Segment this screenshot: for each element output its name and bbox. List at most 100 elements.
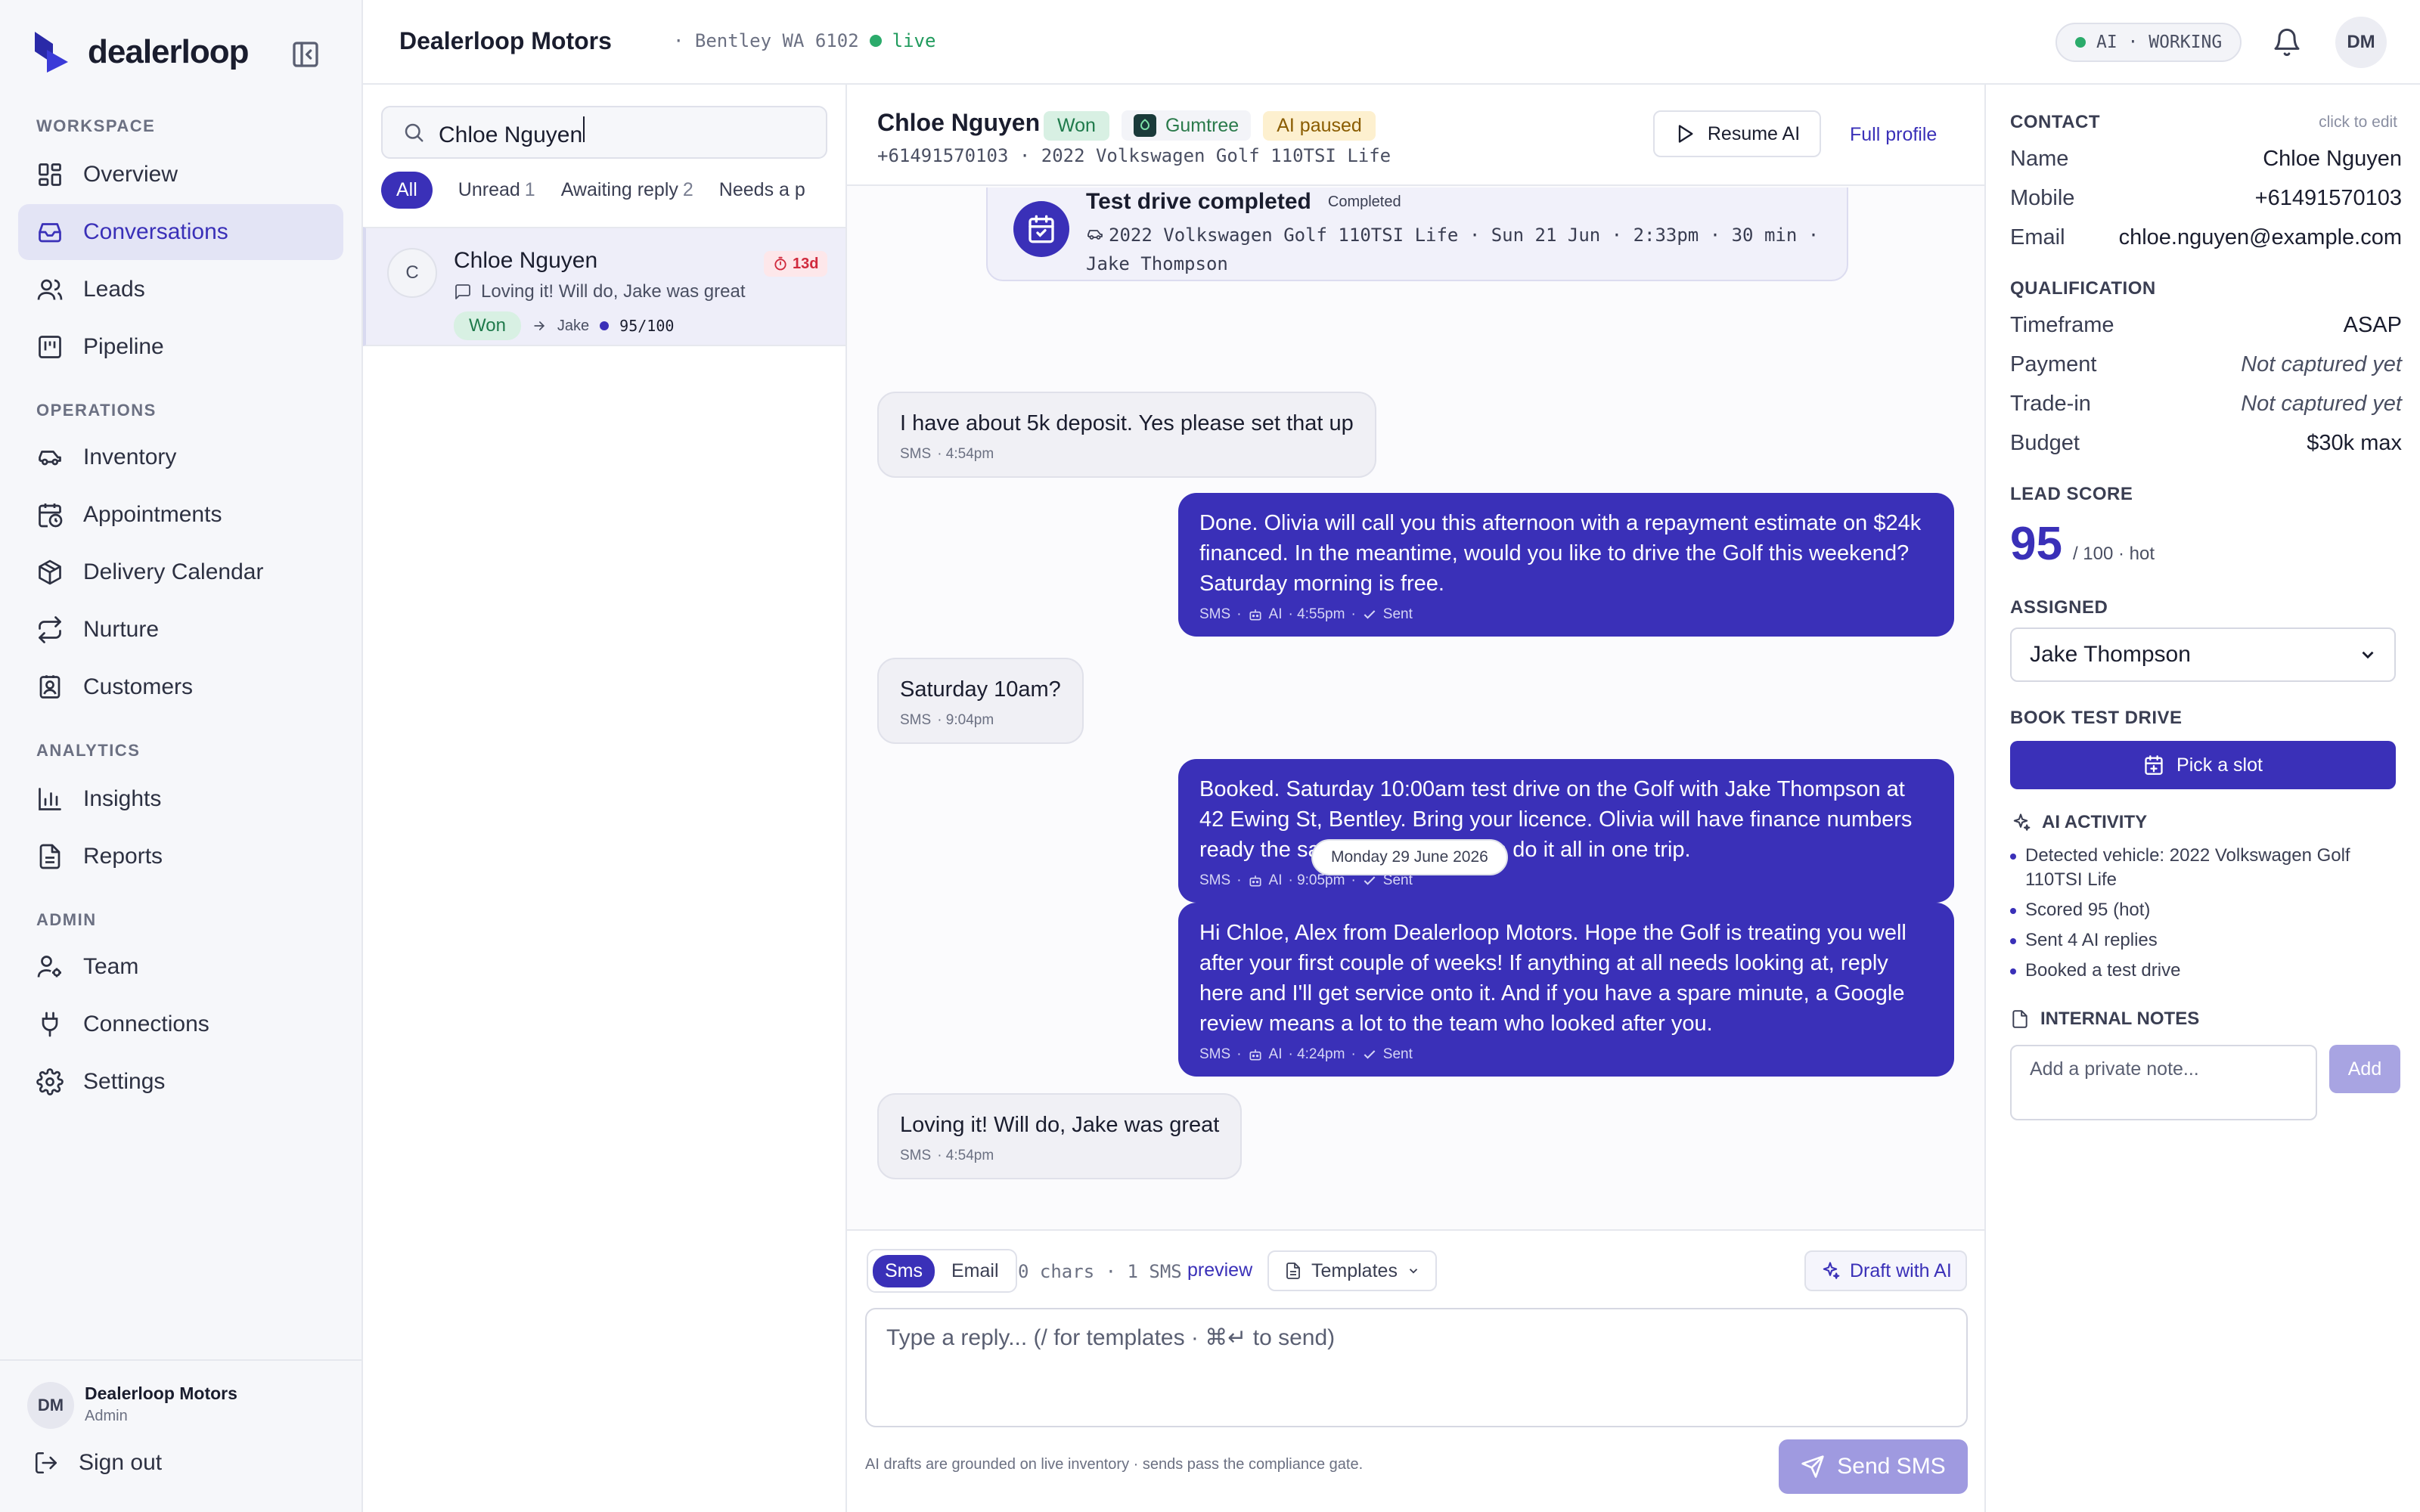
- age-badge: 13d: [764, 251, 828, 277]
- sidebar-item-delivery-calendar[interactable]: Delivery Calendar: [18, 544, 343, 600]
- list-item[interactable]: C Chloe Nguyen 13d Loving it! Will do, J…: [363, 227, 845, 346]
- templates-label: Templates: [1311, 1259, 1398, 1281]
- bell-icon[interactable]: [2272, 27, 2302, 57]
- logo[interactable]: dealerloop: [33, 30, 249, 74]
- sign-out-label: Sign out: [79, 1450, 163, 1475]
- ai-activity-title: AI ACTIVITY: [2042, 812, 2148, 832]
- file-text-icon: [1286, 1263, 1300, 1279]
- message-bubble-outbound: Done. Olivia will call you this afternoo…: [1178, 493, 1954, 637]
- char-counter: 0 chars · 1 SMS: [1018, 1261, 1182, 1282]
- live-dot-icon: [869, 35, 882, 47]
- tab-sms[interactable]: Sms: [873, 1254, 935, 1287]
- send-sms-button[interactable]: Send SMS: [1779, 1439, 1968, 1494]
- user-avatar[interactable]: DM: [2335, 17, 2387, 68]
- lead-score-value: 95: [2010, 518, 2062, 570]
- sign-out-button[interactable]: Sign out: [33, 1450, 162, 1476]
- sidebar-item-appointments[interactable]: Appointments: [18, 487, 343, 543]
- search-input[interactable]: Chloe Nguyen: [381, 106, 827, 159]
- payment-row[interactable]: Payment Not captured yet: [2010, 352, 2402, 377]
- sparkles-icon: [1823, 1262, 1840, 1279]
- sidebar-item-label: Settings: [83, 1069, 166, 1094]
- ai-status-chip[interactable]: AI · WORKING: [2055, 23, 2242, 62]
- message-channel: SMS: [1199, 1046, 1231, 1062]
- sparkles-icon: [2013, 813, 2031, 831]
- sidebar: dealerloop WORKSPACE Overview Conversati…: [0, 0, 363, 1512]
- contact-email-row[interactable]: Email chloe.nguyen@example.com: [2010, 225, 2402, 250]
- repeat-icon: [39, 616, 61, 643]
- assignee-select[interactable]: Jake Thompson: [2010, 627, 2396, 682]
- account-role: Admin: [85, 1408, 128, 1424]
- add-note-button[interactable]: Add: [2329, 1045, 2400, 1093]
- contact-name-row[interactable]: Name Chloe Nguyen: [2010, 147, 2402, 172]
- ai-status-label: AI · WORKING: [2096, 33, 2223, 52]
- filter-unread[interactable]: Unread 1: [458, 179, 535, 201]
- sidebar-item-connections[interactable]: Connections: [18, 996, 343, 1052]
- message-channel: SMS: [900, 712, 932, 728]
- contact-heading: CONTACT: [2010, 112, 2101, 132]
- collapse-sidebar-icon[interactable]: [290, 39, 321, 70]
- filter-all[interactable]: All: [381, 171, 433, 209]
- qualification-heading: QUALIFICATION: [2010, 278, 2156, 299]
- gear-icon: [36, 1068, 64, 1095]
- thread-badges: Won Gumtree AI paused: [1044, 110, 1376, 141]
- sidebar-item-customers[interactable]: Customers: [18, 659, 343, 715]
- event-detail-text: 2022 Volkswagen Golf 110TSI Life · Sun 2…: [1086, 225, 1820, 274]
- field-label: Name: [2010, 147, 2069, 171]
- sidebar-item-label: Appointments: [83, 502, 222, 527]
- private-note-input[interactable]: Add a private note...: [2010, 1045, 2317, 1120]
- app: dealerloop WORKSPACE Overview Conversati…: [0, 0, 2420, 1512]
- field-value: Chloe Nguyen: [2263, 147, 2402, 171]
- dealer-location: · Bentley WA 6102 live: [673, 30, 935, 51]
- assignee: Jake: [557, 317, 590, 334]
- sidebar-item-leads[interactable]: Leads: [18, 262, 343, 318]
- sidebar-item-pipeline[interactable]: Pipeline: [18, 319, 343, 375]
- field-value: chloe.nguyen@example.com: [2118, 225, 2402, 249]
- contact-panel: CONTACT click to edit Name Chloe Nguyen …: [1984, 85, 2420, 1512]
- send-label: Send SMS: [1837, 1454, 1946, 1479]
- field-label: Mobile: [2010, 186, 2075, 210]
- sidebar-item-settings[interactable]: Settings: [18, 1054, 343, 1110]
- delivery-status: Sent: [1382, 1046, 1413, 1062]
- trade-in-row[interactable]: Trade-in Not captured yet: [2010, 392, 2402, 417]
- sidebar-item-inventory[interactable]: Inventory: [18, 429, 343, 485]
- note-icon: [2012, 1010, 2028, 1028]
- thread-contact-name: Chloe Nguyen: [877, 109, 1041, 136]
- sidebar-item-reports[interactable]: Reports: [18, 829, 343, 885]
- edit-hint[interactable]: click to edit: [2319, 113, 2397, 132]
- field-value: +61491570103: [2254, 186, 2402, 210]
- internal-notes-title: INTERNAL NOTES: [2040, 1009, 2200, 1029]
- contact-mobile-row[interactable]: Mobile +61491570103: [2010, 186, 2402, 211]
- resume-ai-button[interactable]: Resume AI: [1653, 110, 1821, 157]
- filter-awaiting-reply[interactable]: Awaiting reply 2: [561, 179, 693, 201]
- sidebar-item-overview[interactable]: Overview: [18, 147, 343, 203]
- sidebar-item-team[interactable]: Team: [18, 939, 343, 995]
- plug-icon: [42, 1012, 58, 1037]
- text-caret: [583, 116, 585, 142]
- full-profile-link[interactable]: Full profile: [1850, 124, 1937, 146]
- draft-with-ai-button[interactable]: Draft with AI: [1804, 1250, 1967, 1291]
- channel-switch: Sms Email: [867, 1249, 1017, 1293]
- preview-link[interactable]: preview: [1187, 1259, 1252, 1281]
- message-meta: SMS · 4:54pm: [900, 445, 1354, 464]
- sidebar-item-nurture[interactable]: Nurture: [18, 602, 343, 658]
- sidebar-item-insights[interactable]: Insights: [18, 771, 343, 827]
- filter-needs-attention[interactable]: Needs a p: [719, 179, 805, 201]
- pick-a-slot-button[interactable]: Pick a slot: [2010, 741, 2396, 789]
- timeframe-row[interactable]: Timeframe ASAP: [2010, 313, 2402, 338]
- reply-input[interactable]: Type a reply... (/ for templates · ⌘↵ to…: [865, 1308, 1968, 1427]
- sidebar-item-label: Leads: [83, 277, 145, 302]
- list-item: Detected vehicle: 2022 Volkswagen Golf 1…: [2010, 844, 2403, 892]
- event-title-text: Test drive completed: [1086, 189, 1311, 214]
- contact-avatar: C: [387, 248, 437, 298]
- sidebar-item-conversations[interactable]: Conversations: [18, 204, 343, 260]
- templates-button[interactable]: Templates: [1267, 1250, 1437, 1291]
- message-list: Test drive completed Completed 2022 Volk…: [847, 187, 1984, 1314]
- filter-count: 2: [682, 178, 693, 200]
- message-bubble-inbound: Saturday 10am? SMS · 9:04pm: [877, 658, 1084, 744]
- budget-row[interactable]: Budget $30k max: [2010, 431, 2402, 456]
- tab-email[interactable]: Email: [939, 1255, 1011, 1287]
- message-meta: SMS · AI · 4:24pm · Sent: [1199, 1045, 1933, 1064]
- ai-status-dot-icon: [2075, 37, 2086, 48]
- avatar[interactable]: DM: [27, 1382, 74, 1429]
- list-item: Scored 95 (hot): [2010, 898, 2403, 922]
